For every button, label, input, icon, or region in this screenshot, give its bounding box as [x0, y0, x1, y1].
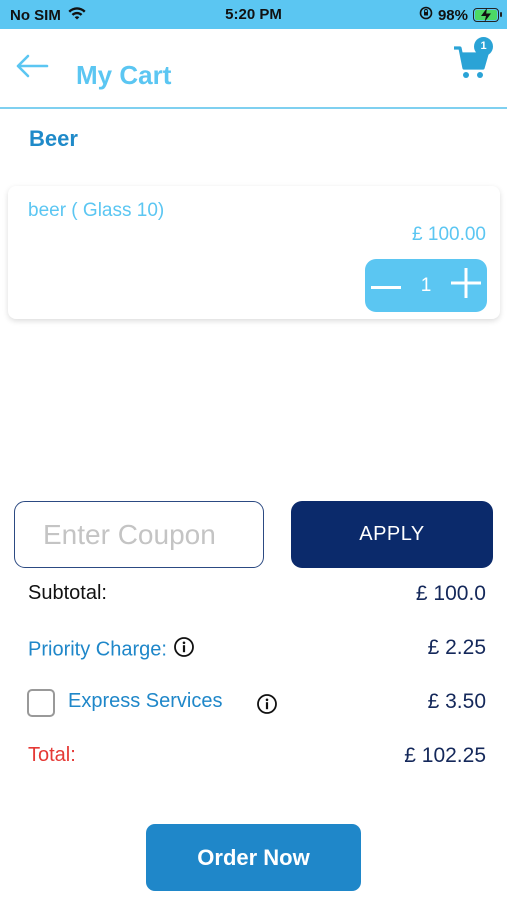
- cart-item-card: beer ( Glass 10) £ 100.00 1: [8, 186, 500, 319]
- status-right: 98%: [419, 6, 502, 24]
- coupon-input[interactable]: [14, 501, 264, 568]
- header-divider: [0, 107, 507, 109]
- priority-info-icon[interactable]: [173, 636, 195, 664]
- decrease-quantity-button[interactable]: [365, 259, 407, 312]
- express-services-row: Express Services £ 3.50: [0, 689, 507, 720]
- back-button[interactable]: [14, 52, 50, 82]
- total-row: Total: £ 102.25: [0, 744, 507, 774]
- page-title: My Cart: [76, 60, 172, 90]
- item-name: beer ( Glass 10): [28, 200, 165, 221]
- order-now-button[interactable]: Order Now: [146, 824, 361, 891]
- apply-coupon-button[interactable]: APPLY: [291, 501, 493, 568]
- total-label: Total:: [28, 744, 76, 766]
- express-services-checkbox[interactable]: [27, 689, 55, 717]
- plus-icon: [451, 268, 481, 303]
- battery-percent: 98%: [437, 6, 468, 24]
- priority-charge-label-group: Priority Charge:: [28, 636, 195, 664]
- express-services-label: Express Services: [68, 690, 223, 712]
- minus-icon: [371, 277, 401, 295]
- subtotal-row: Subtotal: £ 100.0: [0, 582, 507, 612]
- subtotal-label: Subtotal:: [28, 582, 107, 604]
- category-title: Beer: [29, 126, 78, 151]
- quantity-value: 1: [420, 274, 432, 296]
- priority-charge-value: £ 2.25: [427, 636, 486, 659]
- back-arrow-icon: [14, 54, 50, 86]
- orientation-lock-icon: [419, 6, 433, 24]
- total-value: £ 102.25: [404, 744, 486, 767]
- express-info-icon[interactable]: [256, 693, 278, 720]
- priority-charge-row: Priority Charge: £ 2.25: [0, 636, 507, 666]
- increase-quantity-button[interactable]: [445, 259, 487, 312]
- express-services-value: £ 3.50: [427, 690, 486, 713]
- item-price: £ 100.00: [412, 224, 486, 245]
- status-bar: No SIM 5:20 PM 98%: [0, 0, 507, 29]
- cart-count-badge: 1: [474, 37, 493, 56]
- subtotal-value: £ 100.0: [415, 582, 486, 605]
- cart-screen: No SIM 5:20 PM 98% My Cart 1 Beer beer (…: [0, 0, 507, 900]
- priority-charge-label: Priority Charge:: [28, 638, 167, 661]
- quantity-stepper: 1: [365, 259, 487, 312]
- battery-charging-icon: [473, 8, 502, 22]
